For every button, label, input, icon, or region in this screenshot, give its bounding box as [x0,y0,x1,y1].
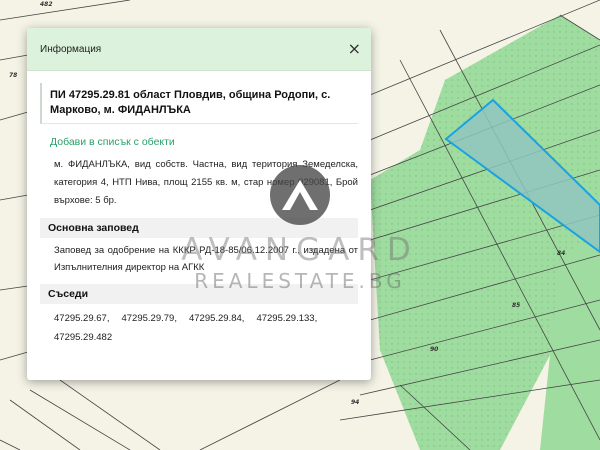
neighbor-item[interactable]: 47295.29.482 [54,328,112,347]
map-label-482: 482 [40,1,53,8]
neighbor-item[interactable]: 47295.29.67, [54,309,109,328]
watermark-logo-icon [270,165,330,225]
parcel-title: ПИ 47295.29.81 област Пловдив, община Ро… [40,83,358,124]
map-label-85: 85 [512,302,520,309]
close-icon[interactable]: × [348,41,361,57]
map-label-78: 78 [9,72,17,79]
map-label-84: 84 [557,250,565,257]
neighbor-item[interactable]: 47295.29.84, [189,309,244,328]
popup-header: Информация × [27,28,371,71]
add-to-list-link[interactable]: Добави в списък с обекти [40,136,358,148]
neighbor-item[interactable]: 47295.29.79, [121,309,176,328]
watermark-sub: REALESTATE.BG [194,269,406,293]
neighbors-list: 47295.29.67, 47295.29.79, 47295.29.84, 4… [40,309,358,347]
neighbor-item[interactable]: 47295.29.133, [256,309,317,328]
map-label-90: 90 [430,346,438,353]
map-label-94: 94 [351,399,359,406]
watermark-brand: AVANGARD [181,232,419,268]
popup-title: Информация [40,43,102,55]
